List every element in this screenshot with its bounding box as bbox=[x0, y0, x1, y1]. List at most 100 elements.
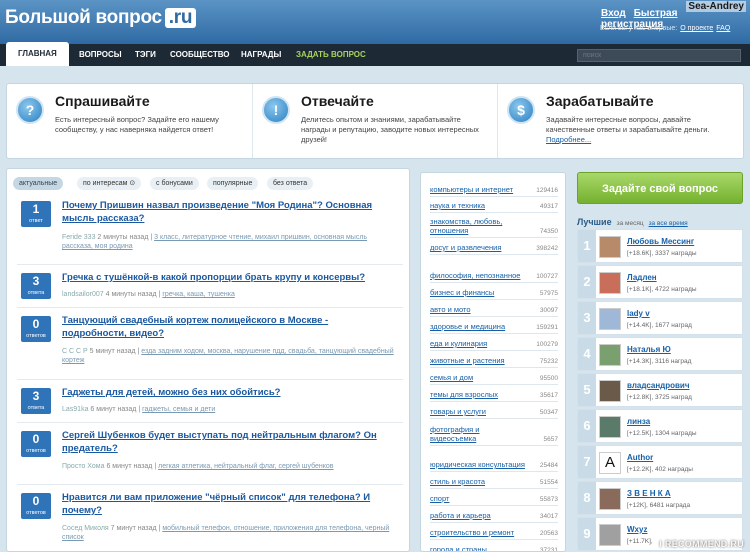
category-name[interactable]: фотография и видеосъемка bbox=[430, 425, 525, 443]
about-link[interactable]: О проекте bbox=[680, 25, 713, 32]
category-item[interactable]: философия, непознанное 100727 bbox=[430, 255, 558, 283]
question-meta: Сосед Миколя 7 минут назад | мобильный т… bbox=[62, 524, 397, 542]
avatar[interactable] bbox=[599, 308, 621, 330]
category-name[interactable]: знакомства, любовь, отношения bbox=[430, 217, 525, 235]
category-item[interactable]: юридическая консультация 25484 bbox=[430, 446, 558, 472]
filter-actual[interactable]: актуальные bbox=[13, 177, 64, 190]
answer-count-badge[interactable]: 0 ответов bbox=[21, 316, 51, 342]
filter-unanswered[interactable]: без ответа bbox=[267, 177, 314, 190]
avatar[interactable]: A bbox=[599, 452, 621, 474]
category-name[interactable]: юридическая консультация bbox=[430, 460, 525, 469]
leader-name[interactable]: Author bbox=[627, 453, 653, 462]
more-link[interactable]: Подробнее... bbox=[546, 135, 591, 144]
category-item[interactable]: наука и техника 49317 bbox=[430, 197, 558, 213]
category-item[interactable]: знакомства, любовь, отношения 74350 bbox=[430, 213, 558, 238]
question-author[interactable]: Сосед Миколя bbox=[62, 525, 109, 532]
question-tags[interactable]: легкая атлетика, нейтральный флаг, серге… bbox=[158, 463, 333, 470]
avatar[interactable] bbox=[599, 380, 621, 402]
avatar[interactable] bbox=[599, 272, 621, 294]
avatar[interactable] bbox=[599, 524, 621, 546]
filter-popular[interactable]: популярные bbox=[207, 177, 259, 190]
category-item[interactable]: темы для взрослых 35617 bbox=[430, 385, 558, 402]
category-name[interactable]: семья и дом bbox=[430, 373, 525, 382]
leader-name[interactable]: З В Е Н К А bbox=[627, 489, 671, 498]
category-name[interactable]: животные и растения bbox=[430, 356, 525, 365]
category-item[interactable]: еда и кулинария 100279 bbox=[430, 334, 558, 351]
category-item[interactable]: спорт 55873 bbox=[430, 489, 558, 506]
leader-name[interactable]: владсандрович bbox=[627, 381, 689, 390]
category-item[interactable]: города и страны 37231 bbox=[430, 540, 558, 551]
category-name[interactable]: еда и кулинария bbox=[430, 339, 525, 348]
category-name[interactable]: работа и карьера bbox=[430, 511, 525, 520]
category-name[interactable]: компьютеры и интернет bbox=[430, 185, 525, 194]
category-name[interactable]: спорт bbox=[430, 494, 525, 503]
login-link[interactable]: Вход bbox=[601, 8, 626, 19]
category-item[interactable]: стиль и красота 51554 bbox=[430, 472, 558, 489]
category-item[interactable]: семья и дом 95500 bbox=[430, 368, 558, 385]
nav-tags[interactable]: ТЭГИ bbox=[135, 44, 156, 66]
category-name[interactable]: товары и услуги bbox=[430, 407, 525, 416]
leader-name[interactable]: Wxyz bbox=[627, 525, 647, 534]
leader-name[interactable]: Наталья Ю bbox=[627, 345, 671, 354]
ask-question-button[interactable]: Задайте свой вопрос bbox=[577, 172, 743, 204]
question-author[interactable]: С С С Р bbox=[62, 348, 88, 355]
answer-count-badge[interactable]: 0 ответов bbox=[21, 431, 51, 457]
category-item[interactable]: строительство и ремонт 20563 bbox=[430, 523, 558, 540]
answer-count-badge[interactable]: 0 ответов bbox=[21, 493, 51, 519]
best-all-time-link[interactable]: за все время bbox=[649, 220, 688, 227]
category-name[interactable]: философия, непознанное bbox=[430, 271, 525, 280]
category-item[interactable]: животные и растения 75232 bbox=[430, 351, 558, 368]
category-name[interactable]: города и страны bbox=[430, 545, 525, 551]
category-item[interactable]: работа и карьера 34017 bbox=[430, 506, 558, 523]
question-title[interactable]: Танцующий свадебный кортеж полицейского … bbox=[62, 314, 392, 340]
question-author[interactable]: Просто Хома bbox=[62, 463, 104, 470]
category-name[interactable]: стиль и красота bbox=[430, 477, 525, 486]
category-name[interactable]: наука и техника bbox=[430, 201, 525, 210]
filter-bonus[interactable]: с бонусами bbox=[150, 177, 199, 190]
nav-home[interactable]: ГЛАВНАЯ bbox=[6, 42, 69, 66]
answer-count-badge[interactable]: 1 ответ bbox=[21, 201, 51, 227]
nav-questions[interactable]: ВОПРОСЫ bbox=[79, 44, 122, 66]
avatar[interactable] bbox=[599, 416, 621, 438]
question-title[interactable]: Гаджеты для детей, можно без них обойтис… bbox=[62, 386, 392, 399]
answer-count-badge[interactable]: 3 ответа bbox=[21, 273, 51, 299]
site-logo[interactable]: Большой вопрос .ru bbox=[5, 7, 197, 29]
category-item[interactable]: досуг и развлечения 398242 bbox=[430, 238, 558, 255]
leader-name[interactable]: Любовь Мессинг bbox=[627, 237, 694, 246]
question-title[interactable]: Почему Пришвин назвал произведение "Моя … bbox=[62, 199, 392, 225]
question-author[interactable]: Las91ka bbox=[62, 406, 88, 413]
category-item[interactable]: здоровье и медицина 159291 bbox=[430, 317, 558, 334]
avatar[interactable] bbox=[599, 344, 621, 366]
question-author[interactable]: landsailor007 bbox=[62, 291, 104, 298]
category-item[interactable]: товары и услуги 50347 bbox=[430, 402, 558, 419]
question-title[interactable]: Сергей Шубенков будет выступать под нейт… bbox=[62, 429, 392, 455]
category-name[interactable]: здоровье и медицина bbox=[430, 322, 525, 331]
filter-interests[interactable]: по интересам ⊙ bbox=[77, 177, 142, 190]
category-name[interactable]: авто и мото bbox=[430, 305, 525, 314]
nav-community[interactable]: СООБЩЕСТВО bbox=[170, 44, 230, 66]
category-name[interactable]: досуг и развлечения bbox=[430, 243, 525, 252]
leader-name[interactable]: lady v bbox=[627, 309, 650, 318]
leader-name[interactable]: линза bbox=[627, 417, 650, 426]
search-input[interactable] bbox=[577, 49, 741, 62]
avatar[interactable] bbox=[599, 488, 621, 510]
category-item[interactable]: авто и мото 30097 bbox=[430, 300, 558, 317]
nav-awards[interactable]: НАГРАДЫ bbox=[241, 44, 281, 66]
question-author[interactable]: Feride 333 bbox=[62, 234, 95, 241]
best-period[interactable]: за месяц bbox=[617, 220, 644, 227]
category-item[interactable]: компьютеры и интернет 129416 bbox=[430, 181, 558, 197]
question-tags[interactable]: гаджеты, семья и дети bbox=[142, 406, 215, 413]
category-name[interactable]: бизнес и финансы bbox=[430, 288, 525, 297]
category-name[interactable]: строительство и ремонт bbox=[430, 528, 525, 537]
question-title[interactable]: Гречка с тушёнкой-в какой пропорции брат… bbox=[62, 271, 392, 284]
faq-link[interactable]: FAQ bbox=[716, 25, 730, 32]
category-item[interactable]: бизнес и финансы 57975 bbox=[430, 283, 558, 300]
category-name[interactable]: темы для взрослых bbox=[430, 390, 525, 399]
category-item[interactable]: фотография и видеосъемка 5657 bbox=[430, 419, 558, 446]
answer-count-badge[interactable]: 3 ответа bbox=[21, 388, 51, 414]
question-tags[interactable]: гречка, каша, тушенка bbox=[162, 291, 235, 298]
nav-ask-question[interactable]: ЗАДАТЬ ВОПРОС bbox=[296, 44, 366, 66]
question-title[interactable]: Нравится ли вам приложение "чёрный списо… bbox=[62, 491, 392, 517]
leader-name[interactable]: Ладлен bbox=[627, 273, 657, 282]
avatar[interactable] bbox=[599, 236, 621, 258]
